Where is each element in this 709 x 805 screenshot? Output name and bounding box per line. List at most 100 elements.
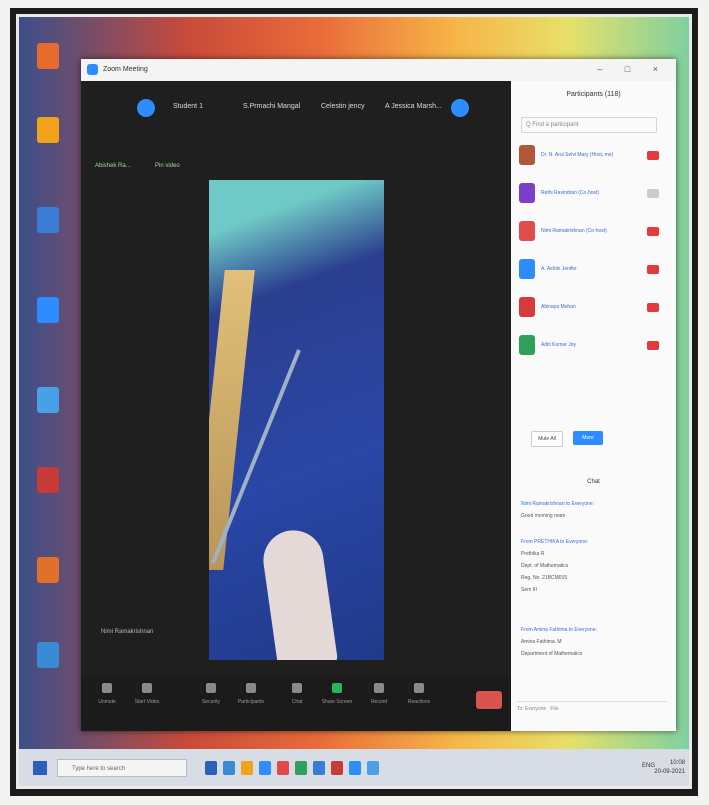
desktop-app-icon[interactable] [37, 207, 59, 233]
avatar [519, 145, 535, 165]
taskbar-app-icon[interactable] [241, 761, 253, 775]
zoom-logo-icon [87, 64, 98, 75]
more-button[interactable]: More [573, 431, 603, 445]
participant-row[interactable]: A. Ashlin Jenifer [519, 259, 659, 283]
avatar [519, 297, 535, 317]
taskbar-app-icon[interactable] [367, 761, 379, 775]
participant-name: Aditi Kumar Joy [541, 342, 577, 348]
video-area: Student 1 S.Prmachi Mangal Celestin jenc… [81, 81, 511, 731]
chat-message: Good morning mam [521, 513, 566, 519]
chat-message: Amina Fathima. M [521, 639, 562, 645]
participant-name: Nimi Ramakrishnan (Co-host) [541, 228, 607, 234]
toolbar-label: Record [370, 699, 388, 705]
video-background [209, 270, 255, 570]
desktop-app-icon[interactable] [37, 117, 59, 143]
taskbar-app-icon[interactable] [223, 761, 235, 775]
zoom-titlebar: Zoom Meeting – □ × [81, 59, 676, 81]
desktop-app-icon[interactable] [37, 297, 59, 323]
start-video-button[interactable]: Start Video [127, 683, 167, 705]
mute-all-button[interactable]: Mute All [531, 431, 563, 447]
chat-sender: From PRETHIKA to Everyone: [521, 539, 589, 545]
microphone-icon [102, 683, 112, 693]
recipient-label[interactable]: To: Everyone [517, 706, 546, 712]
gallery-name[interactable]: A Jessica Marsh... [385, 103, 442, 110]
speaker-name: Nimi Ramakrishnan [101, 629, 154, 635]
gallery-name[interactable]: S.Prmachi Mangal [243, 103, 300, 110]
share-screen-button[interactable]: Share Screen [317, 683, 357, 705]
taskbar-app-icon[interactable] [205, 761, 217, 775]
chat-button[interactable]: Chat [277, 683, 317, 705]
participants-title: Participants (118) [566, 91, 621, 98]
file-button[interactable]: File [550, 706, 558, 712]
toolbar-label: Participants [237, 699, 265, 705]
toolbar-label: Start Video [134, 699, 160, 705]
toolbar-label: Share Screen [321, 699, 353, 705]
gallery-name[interactable]: Celestin jency [321, 103, 365, 110]
hand-image [259, 526, 339, 660]
microphone-muted-icon[interactable] [647, 265, 659, 274]
participant-row[interactable]: Dr. N. Arul Selvi Mary (Host, me) [519, 145, 659, 169]
desktop-app-icon[interactable] [37, 387, 59, 413]
reactions-button[interactable]: Reactions [399, 683, 439, 705]
system-tray[interactable]: ENG [642, 763, 655, 769]
participants-button[interactable]: Participants [231, 683, 271, 705]
taskbar-app-icon[interactable] [277, 761, 289, 775]
desktop-app-icon[interactable] [37, 557, 59, 583]
clock-date: 20-09-2021 [654, 769, 685, 775]
active-speaker-video[interactable] [209, 180, 384, 660]
taskbar-app-icon[interactable] [259, 761, 271, 775]
taskbar-app-icon[interactable] [295, 761, 307, 775]
meeting-toolbar: Unmute Start Video Security Participants… [81, 677, 511, 731]
taskbar-app-icon[interactable] [331, 761, 343, 775]
windows-start-icon[interactable] [33, 761, 47, 775]
participant-name: Abinaya Mohan [541, 304, 576, 310]
record-icon [374, 683, 384, 693]
microphone-muted-icon[interactable] [647, 303, 659, 312]
avatar [519, 183, 535, 203]
participant-name: Dr. N. Arul Selvi Mary (Host, me) [541, 152, 614, 158]
taskbar-app-icon[interactable] [349, 761, 361, 775]
desktop-app-icon[interactable] [37, 642, 59, 668]
share-icon [332, 683, 342, 693]
toolbar-label: Reactions [407, 699, 431, 705]
unmute-button[interactable]: Unmute [87, 683, 127, 705]
toolbar-label: Unmute [98, 699, 116, 705]
smile-icon [414, 683, 424, 693]
participant-row[interactable]: Abinaya Mohan [519, 297, 659, 321]
participant-row[interactable]: Rethi Ravindran (Co-host) [519, 183, 659, 207]
avatar [519, 259, 535, 279]
taskbar-clock[interactable]: 10:08 20-09-2021 [654, 759, 685, 777]
microphone-muted-icon[interactable] [647, 341, 659, 350]
windows-taskbar: Type here to search ENG 10:08 20-09-2021 [19, 749, 689, 786]
taskbar-app-icon[interactable] [313, 761, 325, 775]
toolbar-label: Chat [291, 699, 303, 705]
record-button[interactable]: Record [359, 683, 399, 705]
chat-title: Chat [587, 479, 600, 485]
next-page-icon[interactable] [451, 99, 469, 117]
participant-search-input[interactable]: Q Find a participant [521, 117, 657, 133]
participant-row[interactable]: Nimi Ramakrishnan (Co-host) [519, 221, 659, 245]
microphone-muted-icon[interactable] [647, 227, 659, 236]
avatar [519, 221, 535, 241]
taskbar-search-input[interactable]: Type here to search [57, 759, 187, 777]
participant-row[interactable]: Aditi Kumar Joy [519, 335, 659, 359]
window-controls[interactable]: – □ × [597, 64, 668, 74]
chat-bubble-icon [292, 683, 302, 693]
microphone-muted-icon[interactable] [647, 151, 659, 160]
chat-sender: Nimi Ramakrishnan to Everyone: [521, 501, 595, 507]
participants-panel: Participants (118) Q Find a participant … [511, 81, 676, 731]
desktop-screen: Zoom Meeting – □ × Student 1 S.Prmachi M… [16, 14, 692, 789]
security-button[interactable]: Security [191, 683, 231, 705]
window-title: Zoom Meeting [103, 66, 148, 73]
microphone-icon[interactable] [647, 189, 659, 198]
end-meeting-button[interactable] [476, 691, 502, 709]
chat-message: Prethika R [521, 551, 545, 557]
avatar [519, 335, 535, 355]
chat-message: Sem III [521, 587, 537, 593]
gallery-name[interactable]: Student 1 [173, 103, 203, 110]
small-label: Abishek Ra... [95, 163, 131, 169]
prev-page-icon[interactable] [137, 99, 155, 117]
desktop-app-icon[interactable] [37, 467, 59, 493]
chat-recipient-select[interactable]: To: Everyone File [517, 701, 667, 716]
desktop-app-icon[interactable] [37, 43, 59, 69]
